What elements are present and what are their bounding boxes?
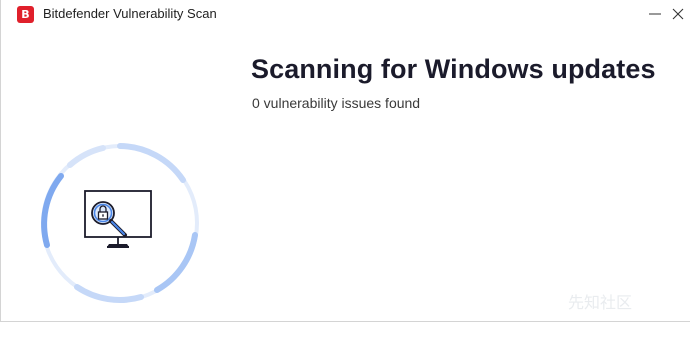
issues-found-text: 0 vulnerability issues found (252, 95, 421, 111)
scan-ring-segment (154, 232, 198, 293)
app-window: B Bitdefender Vulnerability Scan Scannin… (0, 0, 690, 322)
scan-ring-segment (41, 173, 64, 248)
watermark-text: 先知社区 (568, 293, 633, 312)
minimize-button[interactable] (644, 3, 666, 25)
close-icon (672, 8, 684, 20)
scan-ring-segment (74, 284, 144, 303)
minimize-icon (649, 13, 661, 15)
close-button[interactable] (667, 3, 689, 25)
scan-ring-segment (117, 143, 186, 183)
bitdefender-logo-icon: B (17, 6, 34, 23)
window-title: Bitdefender Vulnerability Scan (43, 6, 217, 21)
monitor-magnifier-lock-icon (84, 190, 152, 248)
scan-heading: Scanning for Windows updates (251, 54, 656, 84)
title-bar: B Bitdefender Vulnerability Scan (1, 0, 690, 30)
scan-progress-graphic (41, 143, 199, 303)
scan-ring-segment (67, 145, 106, 168)
